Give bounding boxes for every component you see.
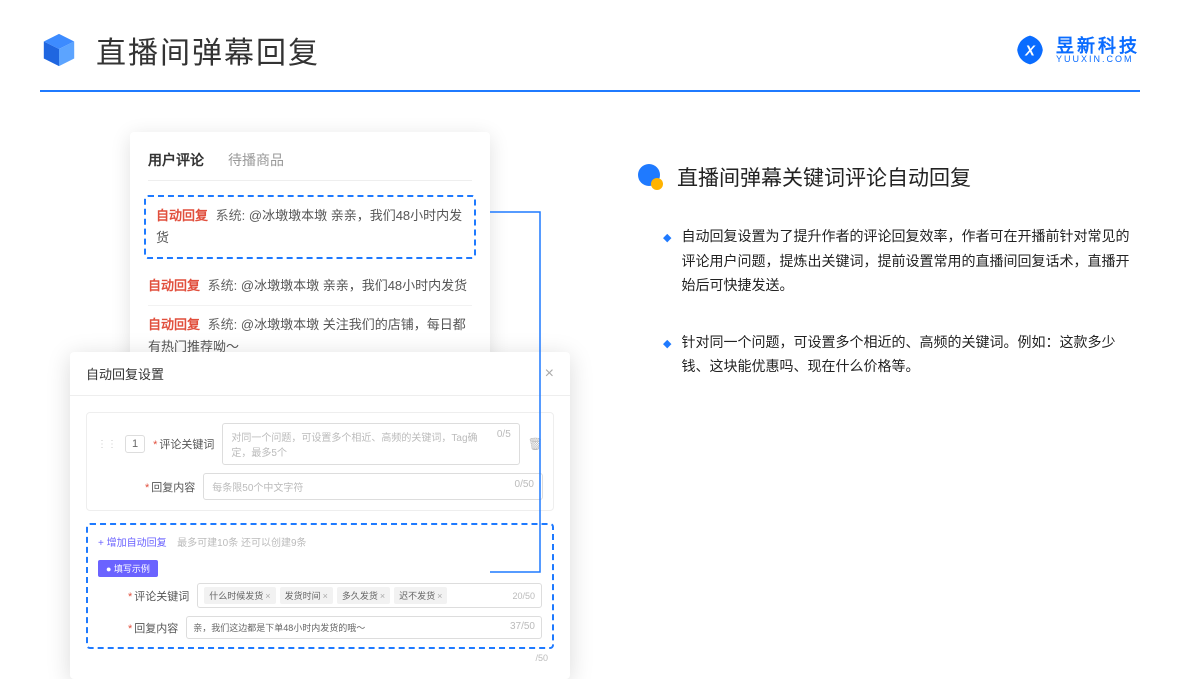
keyword-input[interactable]: 对同一个问题，可设置多个相近、高频的关键词，Tag确定，最多5个 0/5 — [222, 423, 519, 465]
left-illustration: 用户评论 待播商品 自动回复 系统: @冰墩墩本墩 亲亲，我们48小时内发货 自… — [70, 132, 580, 622]
description-panel: 直播间弹幕关键词评论自动回复 ◆ 自动回复设置为了提升作者的评论回复效率，作者可… — [635, 132, 1140, 622]
tag-chip[interactable]: 多久发货× — [337, 587, 390, 604]
section-header: 直播间弹幕关键词评论自动回复 — [635, 162, 1140, 192]
close-icon[interactable]: × — [545, 365, 554, 383]
tab-user-comments[interactable]: 用户评论 — [148, 150, 204, 170]
settings-header: 自动回复设置 × — [70, 352, 570, 396]
sequence-number: 1 — [125, 435, 145, 453]
drag-handle-icon[interactable]: ⋮⋮ — [97, 439, 117, 450]
svg-text:X: X — [1024, 44, 1036, 60]
section-title: 直播间弹幕关键词评论自动回复 — [677, 162, 971, 192]
auto-reply-tag: 自动回复 — [156, 208, 208, 223]
tag-chip[interactable]: 迟不发货× — [394, 587, 447, 604]
example-keyword-tags[interactable]: 什么时候发货× 发货时间× 多久发货× 迟不发货× 20/50 — [197, 583, 542, 608]
system-label: 系统: — [208, 278, 238, 293]
brand-name-en: YUUXIN.COM — [1056, 55, 1140, 64]
bottom-counter: /50 — [86, 653, 554, 663]
cube-icon — [40, 31, 78, 69]
example-reply-label: *回复内容 — [128, 620, 178, 636]
chat-bubble-icon — [635, 162, 665, 192]
trash-icon[interactable]: 🗑 — [528, 437, 543, 451]
brand-icon: X — [1014, 34, 1046, 66]
auto-reply-tag: 自动回复 — [148, 278, 200, 293]
settings-panel: 自动回复设置 × ⋮⋮ 1 *评论关键词 对同一个问题，可设置多个相近、高频的关… — [70, 352, 570, 679]
add-auto-reply-link[interactable]: + 增加自动回复 — [98, 534, 167, 549]
system-label: 系统: — [208, 317, 238, 332]
settings-title: 自动回复设置 — [86, 364, 164, 383]
example-reply-counter: 37/50 — [510, 621, 535, 634]
tag-chip[interactable]: 发货时间× — [280, 587, 333, 604]
header-left: 直播间弹幕回复 — [40, 28, 320, 72]
bullet-item: ◆ 自动回复设置为了提升作者的评论回复效率，作者可在开播前针对常见的评论用户问题… — [663, 224, 1140, 298]
example-section: + 增加自动回复 最多可建10条 还可以创建9条 ● 填写示例 *评论关键词 什… — [86, 523, 554, 649]
reply-label: *回复内容 — [145, 479, 195, 495]
comment-row: 自动回复 系统: @冰墩墩本墩 亲亲，我们48小时内发货 — [148, 267, 472, 306]
reply-input[interactable]: 每条限50个中文字符 0/50 — [203, 473, 543, 500]
example-keyword-label: *评论关键词 — [128, 588, 189, 604]
brand-name-cn: 昱新科技 — [1056, 37, 1140, 55]
bullet-text: 自动回复设置为了提升作者的评论回复效率，作者可在开播前针对常见的评论用户问题，提… — [681, 224, 1140, 298]
example-keyword-counter: 20/50 — [512, 591, 535, 601]
reply-counter: 0/50 — [515, 479, 534, 494]
bullet-item: ◆ 针对同一个问题，可设置多个相近的、高频的关键词。例如：这款多少钱、这块能优惠… — [663, 330, 1140, 379]
comment-text: @冰墩墩本墩 亲亲，我们48小时内发货 — [241, 278, 467, 293]
example-badge: ● 填写示例 — [98, 560, 158, 577]
page-title: 直播间弹幕回复 — [96, 28, 320, 72]
auto-reply-tag: 自动回复 — [148, 317, 200, 332]
system-label: 系统: — [216, 208, 246, 223]
comment-row-highlighted: 自动回复 系统: @冰墩墩本墩 亲亲，我们48小时内发货 — [144, 195, 476, 259]
example-reply-input[interactable]: 亲，我们这边都是下单48小时内发货的哦～ 37/50 — [186, 616, 542, 639]
tab-pending-products[interactable]: 待播商品 — [228, 150, 284, 170]
tag-chip[interactable]: 什么时候发货× — [204, 587, 275, 604]
diamond-icon: ◆ — [663, 229, 671, 298]
diamond-icon: ◆ — [663, 335, 671, 379]
tabs: 用户评论 待播商品 — [148, 150, 472, 181]
keyword-counter: 0/5 — [497, 429, 511, 459]
add-hint: 最多可建10条 还可以创建9条 — [177, 538, 306, 549]
page-header: 直播间弹幕回复 X 昱新科技 YUUXIN.COM — [0, 0, 1180, 72]
bullet-text: 针对同一个问题，可设置多个相近的、高频的关键词。例如：这款多少钱、这块能优惠吗、… — [681, 330, 1140, 379]
brand-logo: X 昱新科技 YUUXIN.COM — [1014, 34, 1140, 66]
keyword-label: *评论关键词 — [153, 436, 214, 452]
